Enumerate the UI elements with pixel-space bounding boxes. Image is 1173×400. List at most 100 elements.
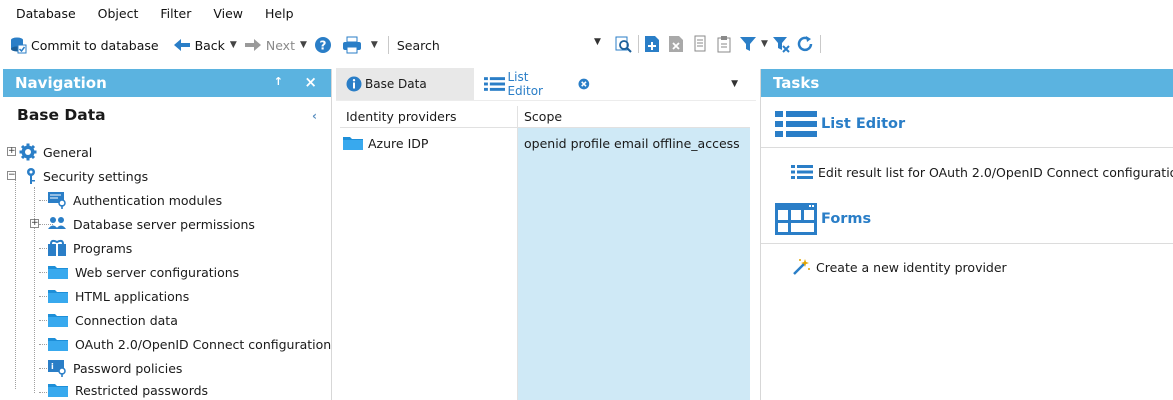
password-policy-icon: i xyxy=(48,360,66,377)
close-icon[interactable]: × xyxy=(304,73,317,91)
gear-icon xyxy=(19,143,37,161)
tree-item-restricted-passwords[interactable]: Restricted passwords xyxy=(47,379,208,400)
next-label: Next xyxy=(265,37,295,53)
forms-icon xyxy=(775,203,817,235)
search-label[interactable]: Search xyxy=(397,38,440,53)
tree-expander[interactable]: − xyxy=(7,171,16,180)
task-section-list-editor: List Editor xyxy=(775,109,905,139)
tab-strip: Base Data List Editor ▼ xyxy=(336,68,756,101)
pin-icon[interactable]: ↑ xyxy=(274,75,283,88)
next-button[interactable]: Next xyxy=(241,33,298,57)
tree-expander[interactable]: + xyxy=(7,147,16,156)
magic-wand-icon xyxy=(793,259,810,275)
document-panel: Base Data List Editor ▼ Identity provide… xyxy=(336,68,756,400)
filter-dropdown-icon[interactable]: ▼ xyxy=(761,39,768,49)
menu-filter[interactable]: Filter xyxy=(160,6,191,21)
tree-item-general[interactable]: General xyxy=(19,141,92,163)
collapse-icon[interactable]: ‹ xyxy=(312,109,317,123)
cell-scope[interactable]: openid profile email offline_access xyxy=(518,132,750,154)
filter-icon xyxy=(740,37,756,51)
task-section-title: List Editor xyxy=(821,116,906,132)
task-section-title: Forms xyxy=(821,211,872,227)
tab-base-data[interactable]: Base Data xyxy=(336,68,474,100)
clipboard-icon xyxy=(717,36,731,53)
tab-label: List Editor xyxy=(507,70,543,98)
help-icon: ? xyxy=(314,37,331,53)
tree-item-label: Restricted passwords xyxy=(75,382,209,398)
column-header-scope[interactable]: Scope xyxy=(518,106,750,128)
tree-item-label: Authentication modules xyxy=(73,192,223,208)
tab-list-editor[interactable]: List Editor xyxy=(474,68,600,100)
refresh-button[interactable] xyxy=(794,33,816,55)
search-dropdown-icon[interactable]: ▼ xyxy=(594,37,601,47)
filter-button[interactable] xyxy=(737,33,759,55)
tree-item-label: OAuth 2.0/OpenID Connect configuration xyxy=(75,336,332,352)
menu-view[interactable]: View xyxy=(213,6,243,21)
clear-filter-button[interactable] xyxy=(770,33,792,55)
folder-icon xyxy=(48,314,68,327)
tree-item-security-settings[interactable]: Security settings xyxy=(25,165,148,187)
new-document-icon xyxy=(645,36,659,52)
search-database-button[interactable] xyxy=(612,33,634,55)
tree-item-web-server-configurations[interactable]: Web server configurations xyxy=(47,261,239,283)
base-data-heading: Base Data xyxy=(17,106,106,124)
navigation-title: Navigation xyxy=(15,74,107,92)
task-edit-result-list[interactable]: Edit result list for OAuth 2.0/OpenID Co… xyxy=(791,164,1173,180)
task-section-forms: Forms xyxy=(775,203,871,235)
table-row[interactable]: Azure IDP openid profile email offline_a… xyxy=(340,132,750,154)
list-editor-icon xyxy=(775,111,817,137)
folder-icon xyxy=(343,137,363,150)
tree-expander[interactable]: + xyxy=(30,219,39,228)
back-dropdown-icon[interactable]: ▼ xyxy=(230,40,237,50)
paste-button[interactable] xyxy=(713,33,735,55)
tree-item-connection-data[interactable]: Connection data xyxy=(47,309,178,331)
copy-button[interactable] xyxy=(689,33,711,55)
clear-filter-icon xyxy=(772,37,790,53)
tasks-panel: Tasks List Editor Edit result list for O… xyxy=(760,69,1173,400)
tree-item-label: Password policies xyxy=(73,360,183,376)
commit-button[interactable]: Commit to database xyxy=(6,33,162,57)
tree-item-programs[interactable]: Programs xyxy=(47,237,132,259)
tab-label: Base Data xyxy=(365,77,427,91)
info-icon xyxy=(346,76,362,92)
tree-item-password-policies[interactable]: i Password policies xyxy=(47,357,182,379)
arrow-right-icon xyxy=(244,39,261,51)
task-create-identity-provider[interactable]: Create a new identity provider xyxy=(791,258,1007,276)
menu-object[interactable]: Object xyxy=(98,6,139,21)
tree-item-label: Database server permissions xyxy=(73,216,255,232)
refresh-icon xyxy=(797,36,813,52)
help-button[interactable]: ? xyxy=(311,33,339,57)
divider xyxy=(761,147,1173,148)
menu-database[interactable]: Database xyxy=(16,6,76,21)
menu-help[interactable]: Help xyxy=(265,6,294,21)
tree-item-label: HTML applications xyxy=(75,288,190,304)
auth-module-icon xyxy=(48,192,66,209)
key-icon xyxy=(27,168,35,184)
tree-item-database-server-permissions[interactable]: Database server permissions xyxy=(47,213,255,235)
back-label: Back xyxy=(194,37,225,53)
close-tab-icon[interactable] xyxy=(578,78,590,90)
list-icon xyxy=(484,77,506,91)
column-header-identity-providers[interactable]: Identity providers xyxy=(340,106,518,128)
list-icon xyxy=(791,165,813,179)
folder-icon xyxy=(48,290,68,303)
tree-item-label: Connection data xyxy=(75,312,178,328)
commit-database-icon xyxy=(11,37,27,54)
tree-item-oauth-openid-configuration[interactable]: OAuth 2.0/OpenID Connect configuration xyxy=(47,333,331,355)
tree-item-html-applications[interactable]: HTML applications xyxy=(47,285,189,307)
grid-header: Identity providers Scope xyxy=(340,106,750,128)
svg-text:?: ? xyxy=(319,39,326,53)
cell-identity-provider[interactable]: Azure IDP xyxy=(340,132,518,154)
print-dropdown-icon[interactable]: ▼ xyxy=(371,40,378,50)
tab-list-dropdown-icon[interactable]: ▼ xyxy=(731,79,738,89)
tree-guide xyxy=(15,179,16,389)
new-object-button[interactable] xyxy=(641,33,663,55)
next-dropdown-icon[interactable]: ▼ xyxy=(300,40,307,50)
print-button[interactable] xyxy=(339,33,369,57)
svg-text:i: i xyxy=(51,362,54,371)
back-button[interactable]: Back xyxy=(170,33,228,57)
copy-icon xyxy=(694,35,706,52)
tree-item-authentication-modules[interactable]: Authentication modules xyxy=(47,189,222,211)
folder-icon xyxy=(48,384,68,397)
delete-object-button[interactable] xyxy=(665,33,687,55)
